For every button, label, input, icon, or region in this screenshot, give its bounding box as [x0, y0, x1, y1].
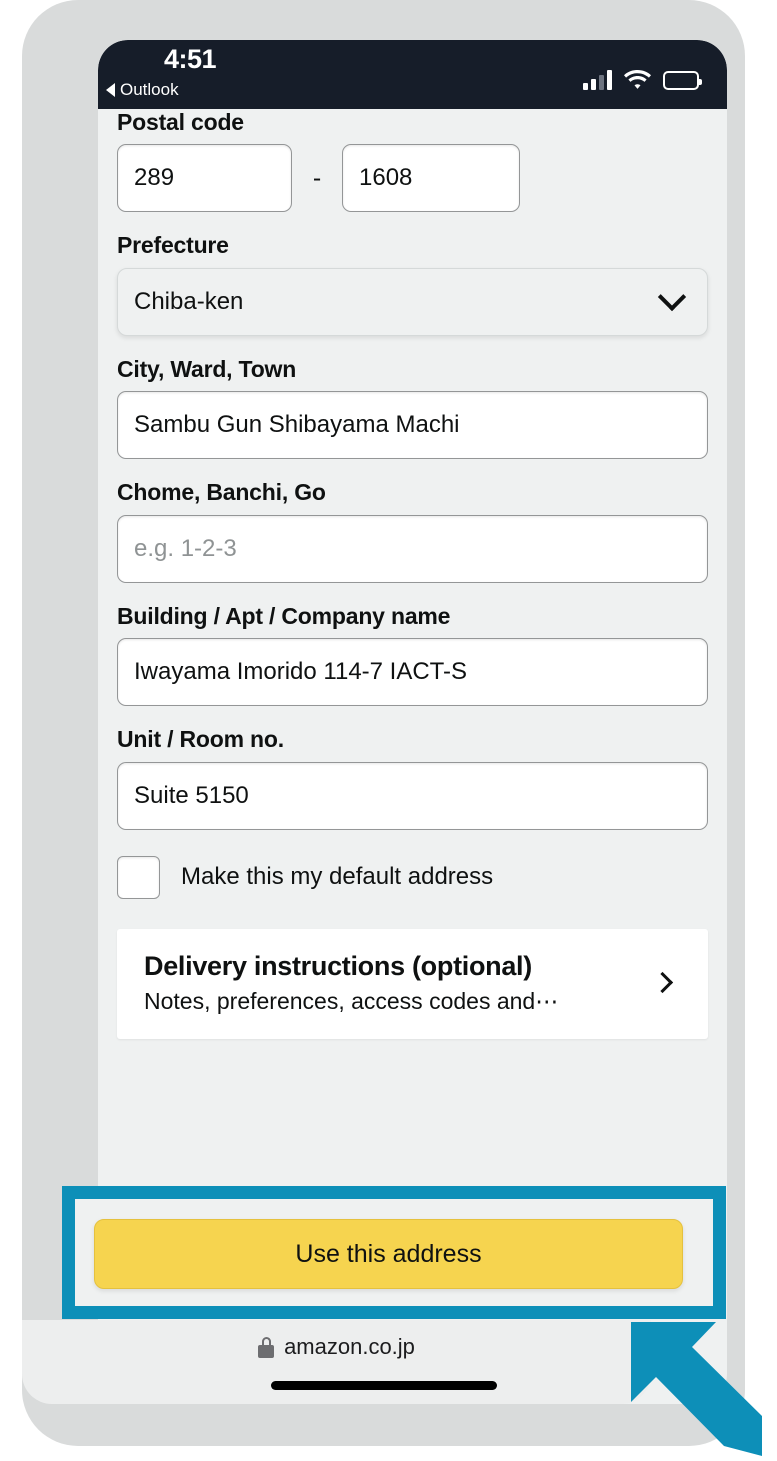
city-field-group: City, Ward, Town: [117, 355, 708, 460]
chome-input[interactable]: [117, 514, 708, 583]
building-input[interactable]: [117, 638, 708, 707]
postal-code-row: -: [117, 144, 708, 213]
delivery-instructions-title: Delivery instructions (optional): [144, 950, 532, 981]
prefecture-field-group: Prefecture Chiba-ken: [117, 232, 708, 336]
chevron-down-icon: [657, 283, 687, 312]
signal-bars-icon: [583, 70, 612, 90]
address-form: Postal code - Prefecture Chiba-ken City,…: [98, 109, 727, 1344]
city-input[interactable]: [117, 391, 708, 460]
chevron-right-icon: [651, 972, 674, 994]
building-label: Building / Apt / Company name: [117, 602, 451, 629]
back-triangle-icon: [106, 83, 115, 97]
battery-icon: [663, 71, 702, 90]
postal-code-field-group: Postal code -: [117, 109, 708, 213]
delivery-instructions-card[interactable]: Delivery instructions (optional) Notes, …: [117, 928, 708, 1039]
unit-label: Unit / Room no.: [117, 726, 284, 753]
postal-code-second-input[interactable]: [342, 144, 520, 213]
default-address-label: Make this my default address: [181, 863, 494, 891]
status-bar: 4:51 Outlook: [98, 40, 727, 109]
chome-field-group: Chome, Banchi, Go: [117, 479, 708, 583]
url-domain-text: amazon.co.jp: [284, 1334, 415, 1359]
wifi-icon: [624, 69, 651, 90]
city-label: City, Ward, Town: [117, 355, 297, 382]
status-bar-indicators: [583, 64, 702, 90]
default-address-row[interactable]: Make this my default address: [117, 855, 708, 899]
unit-input[interactable]: [117, 761, 708, 830]
use-this-address-button[interactable]: Use this address: [94, 1219, 683, 1289]
postal-code-first-input[interactable]: [117, 144, 292, 213]
postal-code-label: Postal code: [117, 109, 244, 135]
building-field-group: Building / Apt / Company name: [117, 602, 708, 707]
status-bar-time: 4:51: [164, 44, 217, 74]
delivery-instructions-text: Delivery instructions (optional) Notes, …: [144, 951, 558, 1015]
default-address-checkbox[interactable]: [117, 855, 160, 899]
prefecture-select[interactable]: Chiba-ken: [117, 267, 708, 336]
lock-icon: [258, 1337, 275, 1358]
delivery-instructions-subtitle: Notes, preferences, access codes and⋯: [144, 987, 559, 1014]
status-bar-back-label: Outlook: [120, 80, 179, 99]
status-bar-back-to-app[interactable]: Outlook: [106, 80, 179, 100]
postal-code-separator: -: [312, 163, 322, 192]
browser-url-bar[interactable]: amazon.co.jp: [22, 1320, 651, 1404]
unit-field-group: Unit / Room no.: [117, 726, 708, 830]
chome-label: Chome, Banchi, Go: [117, 479, 326, 506]
prefecture-selected-value: Chiba-ken: [134, 287, 244, 315]
prefecture-label: Prefecture: [117, 232, 229, 259]
home-indicator[interactable]: [270, 1381, 497, 1390]
